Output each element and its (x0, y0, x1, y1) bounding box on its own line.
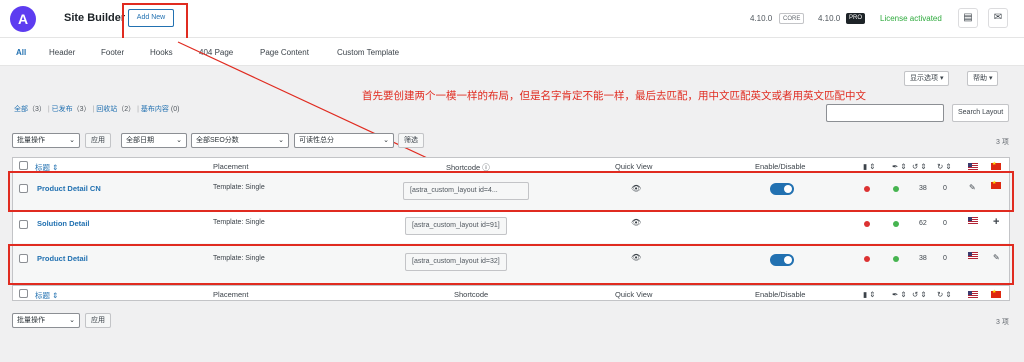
filter-button[interactable]: 筛选 (398, 133, 424, 148)
incoming-links-column-icon[interactable]: ↻ ⇕ (937, 290, 952, 299)
column-quick-view: Quick View (615, 162, 653, 171)
column-shortcode: Shortcode (454, 290, 489, 299)
us-flag-icon (968, 217, 978, 224)
readability-column-icon[interactable]: ✒ ⇕ (892, 162, 907, 171)
incoming-links-count: 0 (943, 220, 947, 227)
select-all-checkbox[interactable] (19, 289, 28, 298)
row-title-link[interactable]: Solution Detail (37, 219, 90, 228)
status-elementor-link[interactable]: 基布内容 (0) (141, 106, 180, 113)
seo-score-indicator (864, 221, 870, 227)
us-flag-icon (968, 163, 978, 170)
internal-links-column-icon[interactable]: ↺ ⇕ (912, 290, 927, 299)
readability-select[interactable]: 可读性总分 ⌄ (294, 133, 394, 148)
status-published-link[interactable]: 已发布（3） (52, 106, 91, 113)
bulk-actions-select[interactable]: 批量操作 ⌄ (12, 133, 80, 148)
annotation-box-row-cn (8, 171, 1014, 212)
annotation-note: 首先要创建两个一模一样的布局，但是名字肯定不能一样，最后去匹配，用中文匹配英文或… (362, 90, 866, 102)
cn-flag-icon (991, 289, 1001, 298)
readability-column-icon[interactable]: ✒ ⇕ (892, 290, 907, 299)
apply-button[interactable]: 应用 (85, 133, 111, 148)
select-all-checkbox[interactable] (19, 161, 28, 170)
search-layout-button[interactable]: Search Layout (952, 104, 1010, 122)
column-placement: Placement (213, 162, 249, 171)
seo-score-select[interactable]: 全部SEO分数 ⌄ (191, 133, 289, 148)
column-quick-view: Quick View (615, 290, 653, 299)
column-enable-disable: Enable/Disable (755, 290, 806, 299)
items-count: 3 项 (996, 139, 1009, 146)
readability-indicator (893, 221, 899, 227)
screen-options-button[interactable]: 显示选项 ▾ (904, 71, 950, 86)
row-shortcode[interactable]: [astra_custom_layout id=91] (405, 217, 507, 235)
incoming-links-column-icon[interactable]: ↻ ⇕ (937, 162, 952, 171)
cn-flag-icon (991, 161, 1001, 170)
bulk-actions-select-bottom[interactable]: 批量操作 ⌄ (12, 313, 80, 328)
column-enable-disable: Enable/Disable (755, 162, 806, 171)
row-placement: Template: Single (213, 219, 265, 226)
table-footer: 标题 ⇕ Placement Shortcode Quick View Enab… (12, 285, 1010, 301)
seo-score-column-icon[interactable]: ▮ ⇕ (863, 290, 876, 299)
seo-score-column-icon[interactable]: ▮ ⇕ (863, 162, 876, 171)
help-button[interactable]: 帮助 ▾ (967, 71, 999, 86)
status-all-link[interactable]: 全部（3） (14, 106, 46, 113)
row-checkbox[interactable] (19, 220, 28, 229)
date-filter-select[interactable]: 全部日期 ⌄ (121, 133, 187, 148)
search-input[interactable] (826, 104, 944, 122)
add-translation-plus-icon[interactable]: + (993, 216, 999, 228)
items-count-bottom: 3 项 (996, 319, 1009, 326)
status-filter-links: 全部（3） | 已发布（3） | 回收站（2） | 基布内容 (0) (14, 106, 180, 113)
column-title[interactable]: 标题 ⇕ (35, 290, 58, 301)
column-placement: Placement (213, 290, 249, 299)
internal-links-count: 62 (919, 220, 927, 227)
table-row: Solution Detail Template: Single [astra_… (12, 211, 1010, 243)
apply-button-bottom[interactable]: 应用 (85, 313, 111, 328)
us-flag-icon (968, 291, 978, 298)
annotation-box-row-en (8, 244, 1014, 285)
quick-view-eye-icon[interactable]: 👁 (631, 218, 641, 227)
internal-links-column-icon[interactable]: ↺ ⇕ (912, 162, 927, 171)
status-trash-link[interactable]: 回收站（2） (96, 106, 135, 113)
